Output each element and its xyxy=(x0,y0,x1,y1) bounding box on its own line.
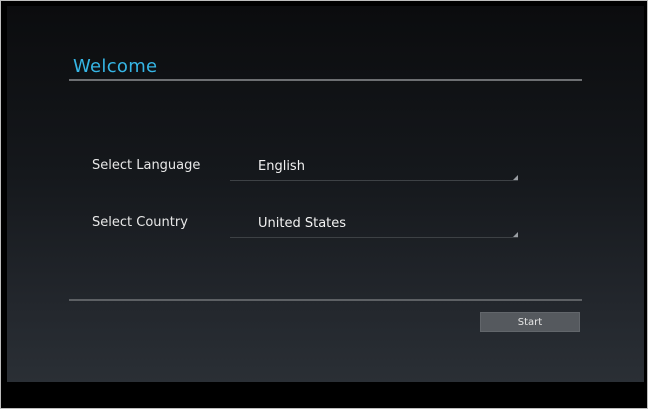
setup-screen: Welcome Select Language English Select C… xyxy=(7,6,644,382)
dropdown-corner-icon xyxy=(513,232,518,237)
language-spinner[interactable]: English xyxy=(230,159,518,181)
language-label: Select Language xyxy=(92,158,201,173)
country-underline xyxy=(230,237,518,238)
country-spinner[interactable]: United States xyxy=(230,216,518,238)
footer-divider xyxy=(69,299,582,301)
language-value: English xyxy=(258,159,305,174)
country-label: Select Country xyxy=(92,215,188,230)
title-divider xyxy=(69,79,582,81)
device-frame: Welcome Select Language English Select C… xyxy=(0,0,648,409)
page-title: Welcome xyxy=(73,56,158,77)
language-underline xyxy=(230,180,518,181)
start-button[interactable]: Start xyxy=(480,312,580,332)
country-value: United States xyxy=(258,216,347,231)
dropdown-corner-icon xyxy=(513,175,518,180)
